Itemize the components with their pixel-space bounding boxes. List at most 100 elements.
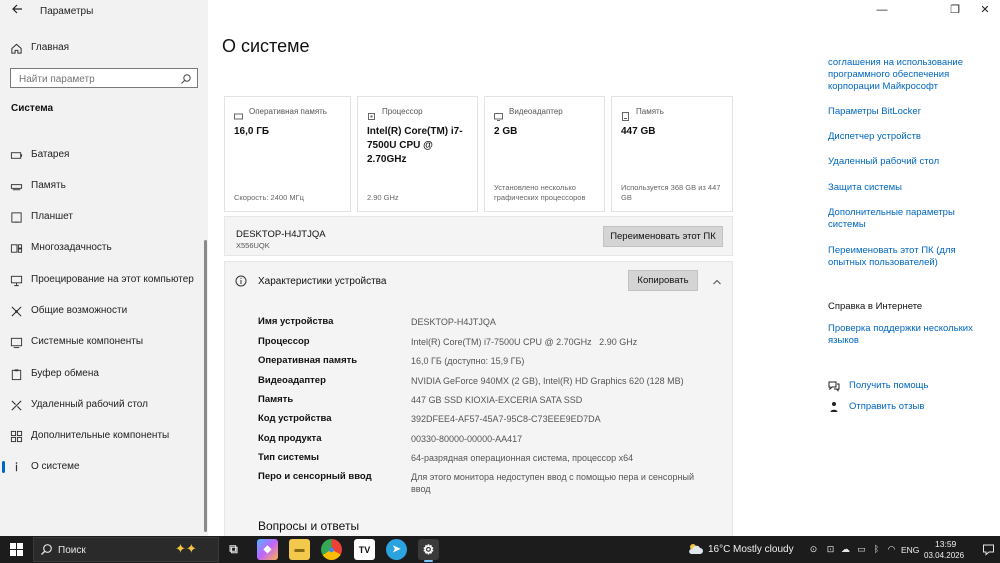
spec-label: Имя устройства — [258, 316, 334, 327]
spec-label: Оперативная память — [258, 355, 358, 366]
card-value: 2 GB — [494, 126, 518, 137]
device-manager-link[interactable]: Диспетчер устройств — [828, 131, 988, 143]
chevron-up-icon[interactable] — [712, 274, 722, 285]
clock-date[interactable]: 03.04.2026 — [924, 551, 964, 560]
tray-lock-icon[interactable]: ⊡ — [825, 544, 836, 555]
sidebar-item-system-components[interactable]: Системные компоненты — [0, 331, 208, 353]
bitlocker-link[interactable]: Параметры BitLocker — [828, 106, 988, 118]
sidebar-item-label: Системные компоненты — [31, 336, 144, 347]
settings-search-box[interactable] — [10, 68, 198, 89]
file-explorer-button[interactable]: ▬ — [289, 539, 310, 560]
pc-name-bar: DESKTOP-H4JTJQA X556UQK Переименовать эт… — [224, 216, 733, 256]
shared-experiences-icon — [9, 304, 23, 318]
sidebar-item-clipboard[interactable]: Буфер обмена — [0, 363, 208, 385]
spec-label: Процессор — [258, 336, 310, 347]
language-support-link[interactable]: Проверка поддержки нескольких языков — [828, 323, 983, 347]
disk-icon — [621, 108, 630, 121]
search-icon[interactable] — [180, 72, 192, 84]
info-icon — [9, 460, 23, 474]
tradingview-button[interactable]: TV — [354, 539, 375, 560]
sidebar-item-shared-experiences[interactable]: Общие возможности — [0, 300, 208, 322]
battery-icon — [9, 148, 23, 162]
card-title: Видеоадаптер — [509, 107, 563, 116]
spec-value: 00330-80000-00000-AA417 — [411, 434, 523, 444]
sidebar-item-multitasking[interactable]: Многозадачность — [0, 237, 208, 259]
settings-search-input[interactable] — [11, 70, 171, 89]
close-button[interactable]: ✕ — [972, 2, 998, 18]
taskbar: Поиск ✦✦ ⧉ ◆ ▬ ● TV ➤ ⚙ 16°C Mostly clou… — [0, 536, 1000, 563]
tray-chat-icon[interactable]: ⊙ — [808, 544, 819, 555]
rename-pc-button[interactable]: Переименовать этот ПК — [603, 226, 723, 247]
spec-label: Память — [258, 394, 294, 405]
rename-pc-advanced-link[interactable]: Переименовать этот ПК (для опытных польз… — [828, 245, 978, 269]
online-help-heading: Справка в Интернете — [828, 301, 923, 312]
card-foot: Скорость: 2400 МГц — [234, 193, 304, 202]
card-value: Intel(R) Core(TM) i7-7500U CPU @ 2.70GHz — [367, 126, 463, 165]
task-view-button[interactable]: ⧉ — [223, 539, 244, 560]
taskbar-search-box[interactable]: Поиск ✦✦ — [33, 537, 219, 562]
weather-condition[interactable]: Mostly cloudy — [733, 544, 794, 555]
sidebar: Параметры Главная Система Батарея Память… — [0, 0, 208, 536]
sidebar-item-about[interactable]: О системе — [0, 456, 208, 478]
back-button[interactable] — [8, 3, 26, 19]
spec-label: Перо и сенсорный ввод — [258, 471, 372, 482]
link-text: соглашения на использование программного… — [828, 57, 963, 92]
info-circle-icon — [235, 274, 247, 287]
cpu-icon — [367, 108, 376, 120]
storage-card: Память 447 GB Используется 368 GB из 447… — [611, 96, 733, 212]
pc-model: X556UQK — [236, 241, 270, 250]
clock-time[interactable]: 13:59 — [935, 539, 956, 549]
chrome-button[interactable]: ● — [321, 539, 342, 560]
system-protection-link[interactable]: Защита системы — [828, 182, 988, 194]
card-value: 447 GB — [621, 126, 656, 137]
card-foot: Используется 368 GB из 447 GB — [621, 183, 721, 202]
storage-icon — [9, 179, 23, 193]
sidebar-item-tablet[interactable]: Планшет — [0, 206, 208, 228]
settings-app-button[interactable]: ⚙ — [418, 539, 439, 562]
sidebar-item-storage[interactable]: Память — [0, 175, 208, 197]
tray-network-icon[interactable]: ◠ — [886, 544, 897, 555]
qa-section-title: Вопросы и ответы — [258, 519, 360, 533]
license-terms-link[interactable]: соглашения на использование программного… — [828, 57, 988, 93]
sidebar-section-title: Система — [11, 103, 54, 114]
input-language[interactable]: ENG — [901, 545, 919, 555]
sidebar-item-home[interactable]: Главная — [0, 38, 208, 58]
sidebar-item-label: О системе — [31, 461, 80, 472]
sidebar-item-optional-features[interactable]: Дополнительные компоненты — [0, 425, 208, 447]
weather-temperature[interactable]: 16°C — [708, 544, 730, 555]
sidebar-item-remote-desktop[interactable]: Удаленный рабочий стол — [0, 394, 208, 416]
advanced-system-settings-link[interactable]: Дополнительные параметры системы — [828, 207, 968, 231]
send-feedback-link[interactable]: Отправить отзыв — [849, 401, 924, 412]
home-icon — [9, 41, 23, 55]
spec-value: 16,0 ГБ (доступно: 15,9 ГБ) — [411, 356, 525, 366]
tray-display-icon[interactable]: ▭ — [856, 544, 867, 555]
sidebar-item-battery[interactable]: Батарея — [0, 144, 208, 166]
copilot-button[interactable]: ◆ — [257, 539, 278, 560]
copy-specs-button[interactable]: Копировать — [628, 270, 698, 291]
remote-desktop-link[interactable]: Удаленный рабочий стол — [828, 156, 988, 168]
notification-icon[interactable] — [982, 543, 995, 556]
tray-cloud-icon[interactable]: ☁ — [840, 544, 851, 555]
spec-label: Код продукта — [258, 433, 322, 444]
system-components-icon — [9, 335, 23, 349]
card-value: 16,0 ГБ — [234, 126, 270, 137]
spec-value: 392DFEE4-AF57-45A7-95C8-C73EEE9ED7DA — [411, 414, 601, 424]
page-title: О системе — [222, 36, 310, 56]
cloudy-weather-icon[interactable] — [687, 542, 704, 556]
spec-value: NVIDIA GeForce 940MX (2 GB), Intel(R) HD… — [411, 376, 684, 386]
telegram-button[interactable]: ➤ — [386, 539, 407, 560]
search-icon — [40, 543, 53, 556]
tray-bluetooth-icon[interactable]: ᛒ — [871, 544, 882, 555]
windows-start-icon[interactable] — [10, 543, 23, 556]
card-title: Память — [636, 107, 664, 116]
spec-label: Видеоадаптер — [258, 375, 326, 386]
get-help-link[interactable]: Получить помощь — [849, 380, 928, 391]
sidebar-item-projecting[interactable]: Проецирование на этот компьютер — [0, 269, 208, 291]
projecting-icon — [9, 273, 23, 287]
specs-title: Характеристики устройства — [258, 276, 387, 287]
sidebar-scrollbar[interactable] — [204, 240, 207, 532]
maximize-button[interactable]: ❐ — [942, 2, 968, 18]
gpu-card: Видеоадаптер 2 GB Установлено несколько … — [484, 96, 605, 212]
minimize-button[interactable]: — — [869, 2, 895, 18]
spec-value: DESKTOP-H4JTJQA — [411, 317, 496, 327]
